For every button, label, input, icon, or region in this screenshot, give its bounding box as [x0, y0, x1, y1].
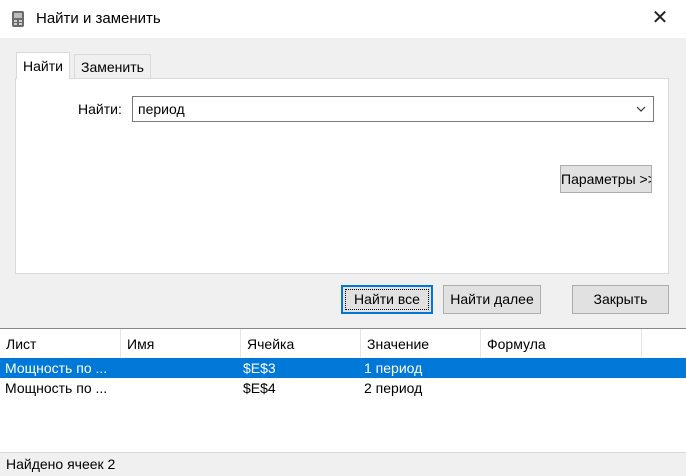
table-row[interactable]: Мощность по ... $E$3 1 период [0, 358, 686, 378]
row-value: 2 период [364, 380, 423, 396]
row-value: 1 период [364, 360, 423, 376]
row-sheet: Мощность по ... [5, 360, 108, 376]
column-header-value[interactable]: Значение [361, 329, 481, 357]
find-input-value: период [138, 101, 185, 117]
row-cell: $E$4 [243, 380, 276, 396]
close-label: Закрыть [593, 291, 648, 307]
options-button-label: Параметры >> [561, 171, 652, 187]
results-table[interactable]: Лист Имя Ячейка Значение Формула Мощност… [0, 328, 686, 452]
focus-ring [345, 289, 429, 310]
close-icon[interactable]: ✕ [648, 6, 672, 30]
title-bar: Найти и заменить ✕ [0, 0, 686, 38]
status-bar: Найдено ячеек 2 [0, 452, 686, 476]
chevron-down-icon[interactable] [635, 103, 647, 115]
column-header-name[interactable]: Имя [121, 329, 241, 357]
tab-replace[interactable]: Заменить [74, 54, 151, 78]
find-all-button[interactable]: Найти все [341, 285, 433, 314]
find-next-button[interactable]: Найти далее [443, 285, 541, 314]
table-row[interactable]: Мощность по ... $E$4 2 период [0, 378, 686, 398]
find-input[interactable]: период [132, 96, 654, 122]
column-header-sheet[interactable]: Лист [0, 329, 121, 357]
close-button[interactable]: Закрыть [572, 285, 669, 314]
options-button[interactable]: Параметры >> [560, 165, 652, 193]
find-next-label: Найти далее [450, 291, 534, 307]
find-label: Найти: [78, 101, 122, 117]
row-cell: $E$3 [243, 360, 276, 376]
row-sheet: Мощность по ... [5, 380, 108, 396]
app-icon [12, 11, 24, 27]
find-tab-panel: Найти: период Параметры >> [15, 78, 669, 274]
status-text: Найдено ячеек 2 [6, 456, 116, 472]
window-title: Найти и заменить [36, 10, 161, 27]
column-header-cell[interactable]: Ячейка [241, 329, 361, 357]
column-header-formula[interactable]: Формула [481, 329, 642, 357]
tab-find[interactable]: Найти [16, 52, 70, 79]
results-header: Лист Имя Ячейка Значение Формула [0, 329, 686, 357]
